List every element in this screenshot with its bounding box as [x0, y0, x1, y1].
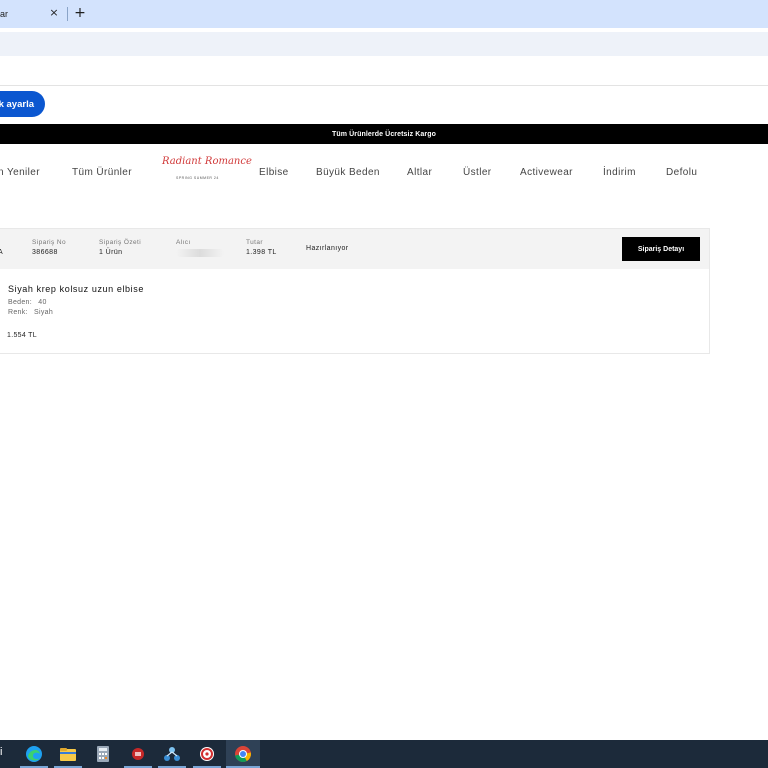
notification-row: k ayarla [0, 86, 768, 124]
nav-item-bottoms[interactable]: Altlar [407, 167, 432, 178]
product-price: 1.554 TL [7, 332, 37, 339]
main-nav: n Yeniler Tüm Ürünler Radiant Romance SP… [0, 144, 768, 204]
order-number-label: Sipariş No [32, 239, 66, 246]
product-color-value: Siyah [34, 309, 54, 316]
browser-tab-strip: ar × + [0, 0, 768, 28]
product-color: Renk: Siyah [8, 309, 53, 316]
new-tab-plus-icon[interactable]: + [72, 5, 88, 21]
order-recipient: Alıcı [176, 239, 224, 257]
order-number-value: 386688 [32, 249, 58, 256]
order-number: Sipariş No 386688 [32, 239, 66, 256]
recipient-name-blurred [176, 249, 224, 257]
partial-value: A [0, 249, 3, 256]
product-size: Beden: 40 [8, 299, 47, 306]
nav-item-tops[interactable]: Üstler [463, 167, 492, 178]
bookmark-bar [0, 62, 768, 86]
order-summary-label: Sipariş Özeti [99, 239, 142, 246]
network-app-icon[interactable] [162, 744, 182, 764]
nav-item-plus-size[interactable]: Büyük Beden [316, 167, 380, 178]
tab-title: ar [0, 9, 9, 19]
tab-divider [67, 7, 68, 21]
order-summary: Sipariş Özeti 1 Ürün [99, 239, 141, 256]
order-status: Hazırlanıyor [306, 245, 349, 252]
browser-tab[interactable]: ar × [0, 0, 64, 28]
brand-logo[interactable]: Radiant Romance SPRING SUMMER 24 [158, 156, 252, 186]
order-total-label: Tutar [246, 239, 263, 246]
order-total-value: 1.398 TL [246, 249, 277, 256]
browser-toolbar [0, 28, 768, 62]
logo-text: Radiant Romance [162, 156, 252, 167]
close-icon[interactable]: × [47, 6, 61, 20]
taskbar-partial-text: i [0, 746, 3, 758]
logo-subtext: SPRING SUMMER 24 [176, 176, 219, 180]
promo-banner: Tüm Ürünlerde Ücretsiz Kargo [0, 124, 768, 144]
address-bar[interactable] [0, 32, 768, 56]
file-explorer-icon[interactable] [58, 744, 78, 764]
windows-taskbar: i [0, 740, 768, 768]
nav-item-defect[interactable]: Defolu [666, 167, 697, 178]
partial-label: ) [0, 239, 3, 246]
product-size-value: 40 [38, 299, 47, 306]
product-size-label: Beden: [8, 299, 32, 306]
settings-button[interactable]: k ayarla [0, 91, 45, 117]
red-circle-app-icon[interactable] [197, 744, 217, 764]
product-color-label: Renk: [8, 309, 28, 316]
partial-column: ) A [0, 239, 3, 256]
order-recipient-label: Alıcı [176, 239, 191, 246]
order-header: ) A Sipariş No 386688 Sipariş Özeti 1 Ür… [0, 229, 709, 269]
order-detail-button[interactable]: Sipariş Detayı [622, 237, 700, 261]
order-summary-value: 1 Ürün [99, 249, 123, 256]
order-total: Tutar 1.398 TL [246, 239, 277, 256]
calculator-icon[interactable] [93, 744, 113, 764]
nav-item-all-products[interactable]: Tüm Ürünler [72, 167, 132, 178]
red-app-icon[interactable] [128, 744, 148, 764]
chrome-icon[interactable] [233, 744, 253, 764]
nav-item-activewear[interactable]: Activewear [520, 167, 573, 178]
nav-item-sale[interactable]: İndirim [603, 167, 636, 178]
edge-icon[interactable] [24, 744, 44, 764]
product-name[interactable]: Siyah krep kolsuz uzun elbise [8, 284, 144, 294]
order-card: ) A Sipariş No 386688 Sipariş Özeti 1 Ür… [0, 228, 710, 354]
nav-item-new[interactable]: n Yeniler [0, 167, 40, 178]
nav-item-dress[interactable]: Elbise [259, 167, 289, 178]
